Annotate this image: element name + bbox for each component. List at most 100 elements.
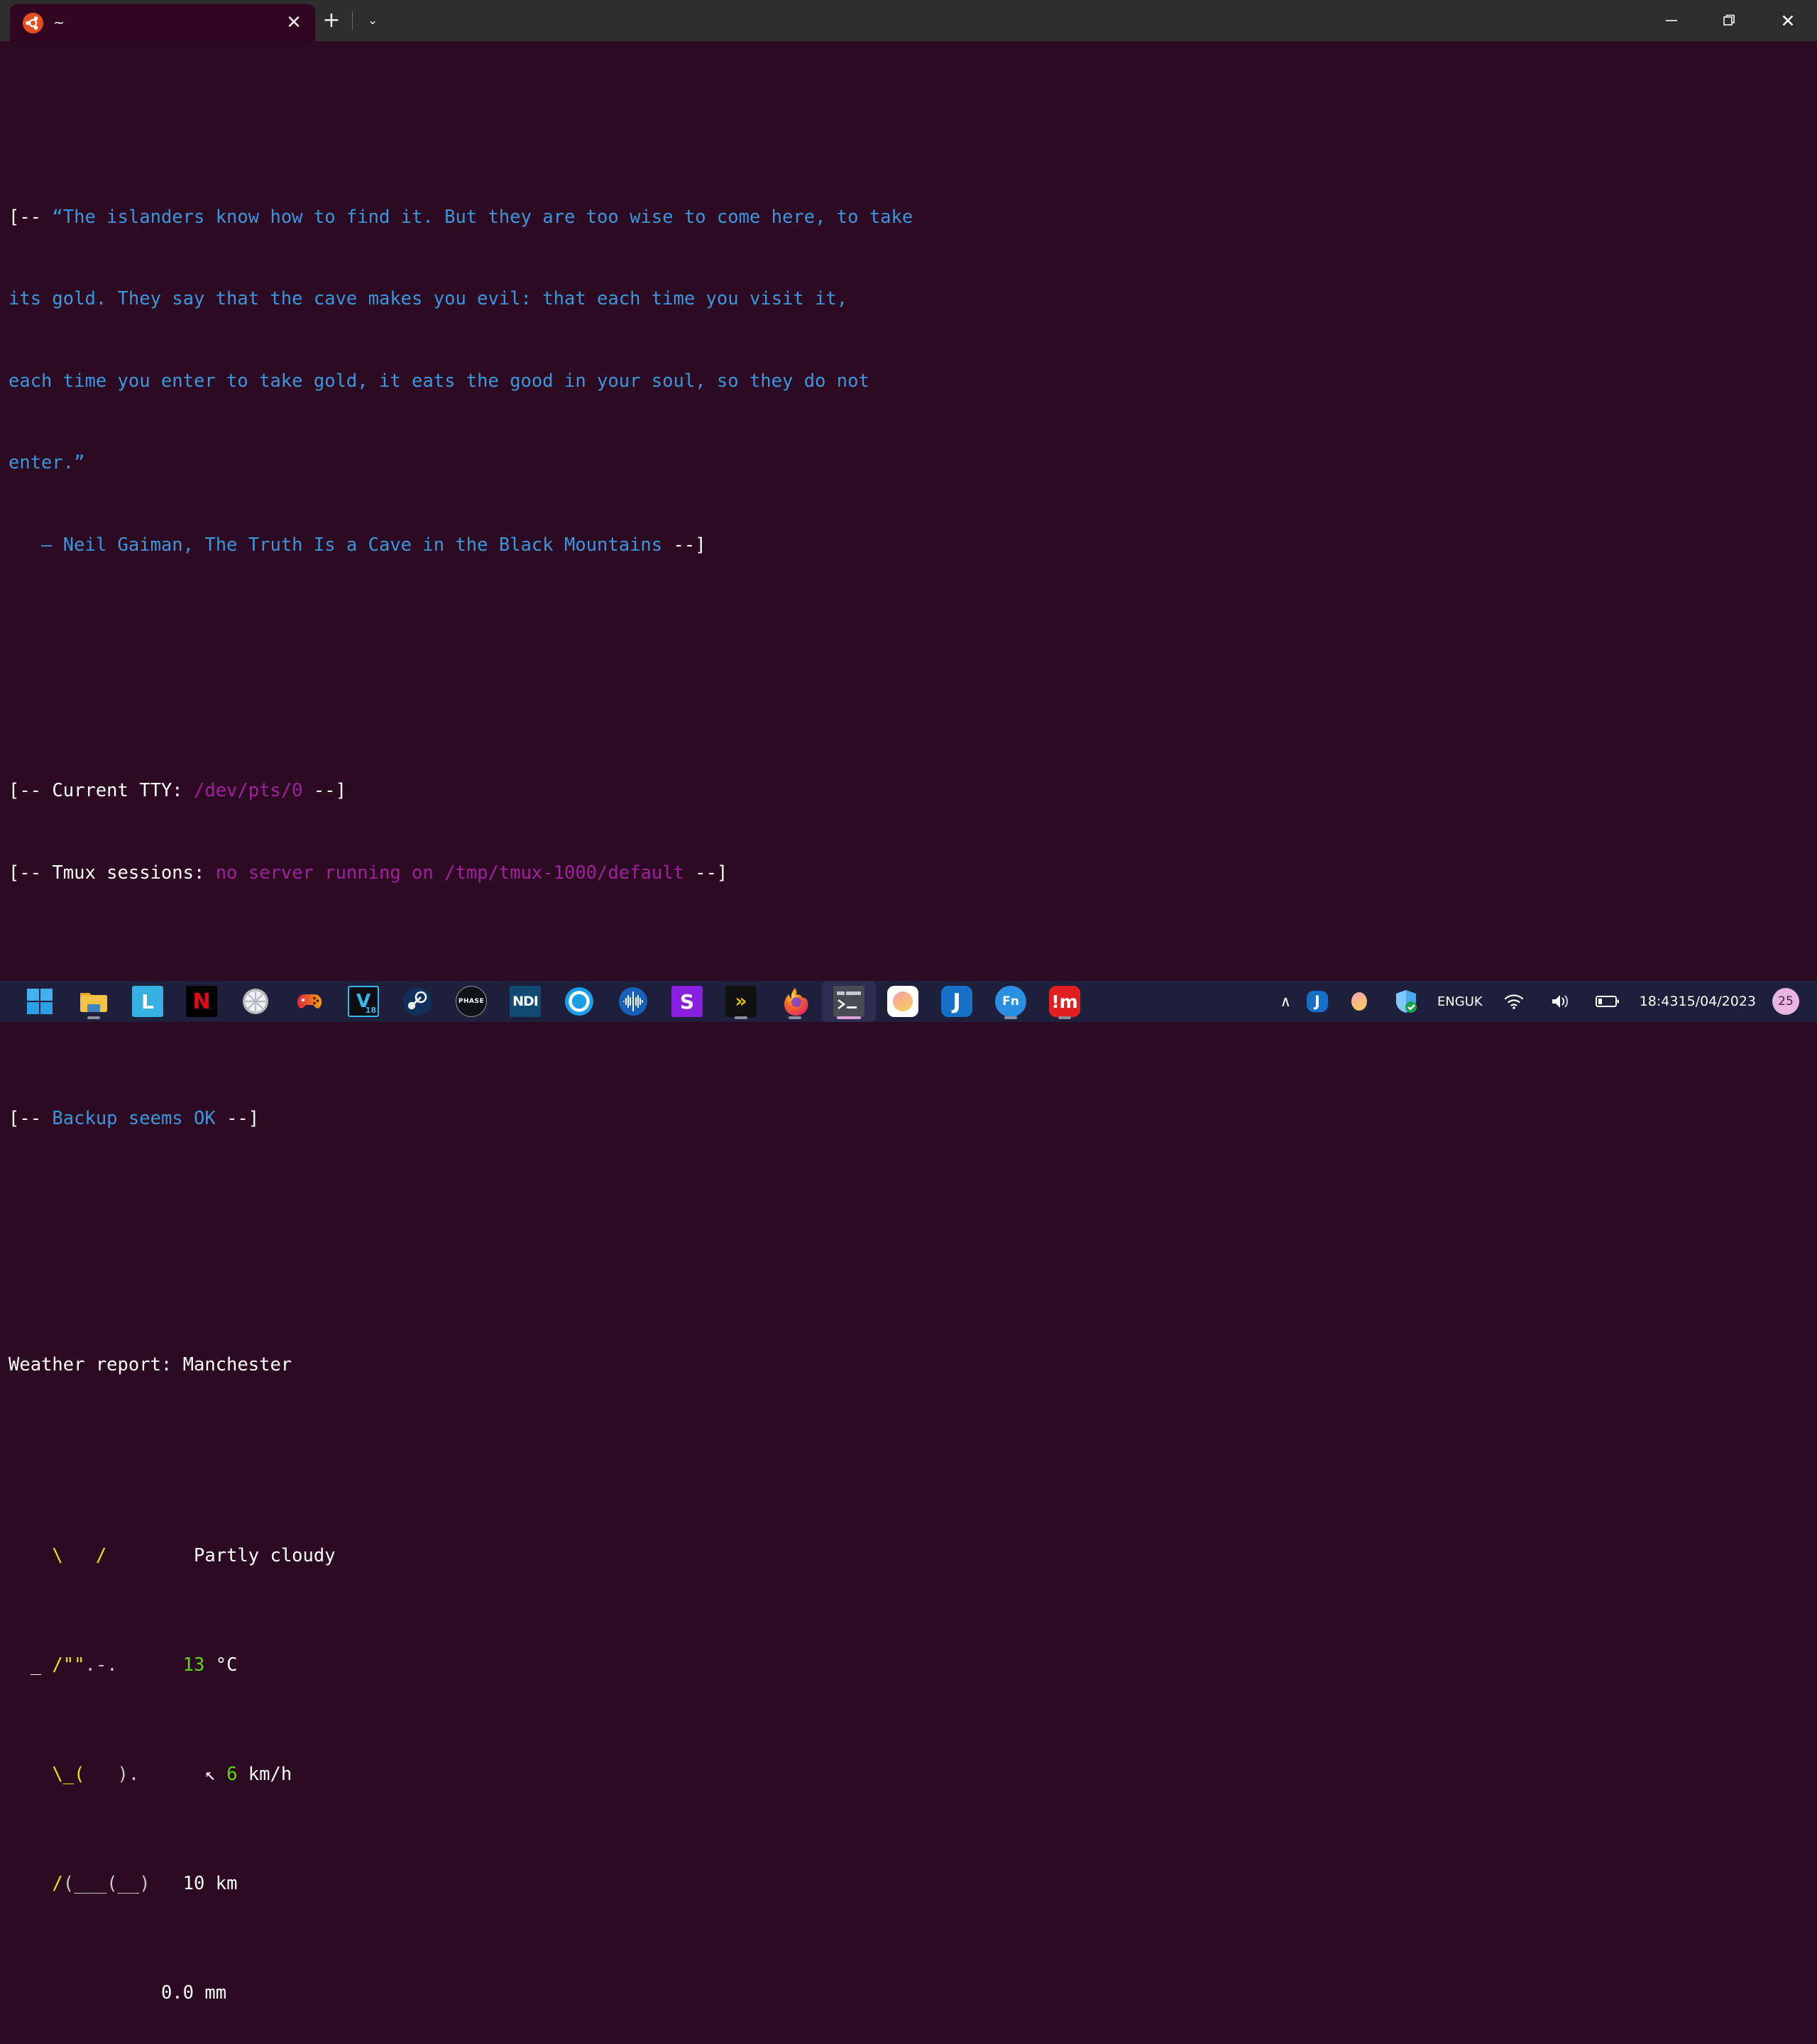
clock-time: 18:43 xyxy=(1640,994,1679,1009)
tty-value: /dev/pts/0 xyxy=(194,780,303,801)
notifications-button[interactable]: 25 xyxy=(1764,981,1807,1022)
weather-heading: Weather report: Manchester xyxy=(9,1351,1817,1379)
taskbar-item-file-explorer[interactable] xyxy=(67,981,121,1022)
taskbar-item-fn-key[interactable]: Fn xyxy=(984,981,1038,1022)
weather-row: \_( ). ↖ 6 km/h xyxy=(9,1761,1817,1788)
taskbar-item-audio-waveform[interactable] xyxy=(606,981,660,1022)
ring-icon xyxy=(564,986,595,1017)
netflix-icon: N xyxy=(186,986,217,1017)
weather-art-indent xyxy=(9,1873,52,1894)
spacer xyxy=(9,941,1817,969)
defender-shield-icon xyxy=(1390,986,1422,1017)
phase-icon: PHASE xyxy=(456,986,487,1017)
quote-line-1: [-- “The islanders know how to find it. … xyxy=(9,204,1817,231)
taskbar-item-cortana[interactable] xyxy=(552,981,606,1022)
clock-button[interactable]: 18:43 15/04/2023 xyxy=(1631,981,1764,1022)
tray-icon-photos[interactable] xyxy=(1336,981,1383,1022)
running-indicator xyxy=(1004,1016,1017,1019)
language-indicator[interactable]: ENG UK xyxy=(1429,981,1491,1022)
chevron-down-icon[interactable]: ⌄ xyxy=(357,0,388,41)
close-window-button[interactable]: ✕ xyxy=(1759,0,1817,41)
tab-divider xyxy=(352,11,353,30)
taskbar-item-phase[interactable]: PHASE xyxy=(444,981,498,1022)
weather-wind-value: 6 xyxy=(226,1764,237,1785)
terminal-tab[interactable]: ~ ✕ xyxy=(10,4,315,41)
windows-start-icon xyxy=(24,986,55,1017)
system-tray: ∧ J xyxy=(1273,981,1817,1022)
taskbar-item-vegas-pro[interactable]: V 18 xyxy=(336,981,390,1022)
tab-close-icon[interactable]: ✕ xyxy=(282,13,305,32)
weather-visibility: 10 km xyxy=(183,1873,238,1894)
maximize-restore-button[interactable] xyxy=(1701,0,1759,41)
quote-open-bracket: [-- xyxy=(9,207,52,228)
tmux-status-line: [-- Tmux sessions: no server running on … xyxy=(9,859,1817,887)
taskbar-item-mixer[interactable]: !m xyxy=(1038,981,1092,1022)
speaker-icon xyxy=(1545,986,1576,1017)
backup-text: Backup seems OK xyxy=(52,1108,215,1129)
terminal-output[interactable]: [-- “The islanders know how to find it. … xyxy=(0,41,1817,981)
tmux-value: no server running on /tmp/tmux-1000/defa… xyxy=(216,862,684,884)
tab-title: ~ xyxy=(53,15,273,31)
ubuntu-logo-icon xyxy=(23,13,43,33)
taskbar-item-ndi[interactable]: NDI xyxy=(498,981,552,1022)
taskbar-item-steam[interactable] xyxy=(390,981,444,1022)
weather-art-yellow: \ / xyxy=(52,1545,106,1566)
spacer xyxy=(9,1269,1817,1297)
taskbar-item-arrows-app[interactable]: » xyxy=(714,981,768,1022)
firefox-icon xyxy=(779,986,811,1017)
spacer xyxy=(9,1433,1817,1461)
weather-col-gap xyxy=(161,1764,204,1785)
tty-close: --] xyxy=(303,780,346,801)
weather-row: 0.0 mm xyxy=(9,1979,1817,2007)
weather-temperature-unit: °C xyxy=(204,1654,237,1676)
tray-icon-jdownloader[interactable]: J xyxy=(1299,981,1336,1022)
quote-text-1: “The islanders know how to find it. But … xyxy=(52,207,913,228)
show-hidden-icons-chevron-icon[interactable]: ∧ xyxy=(1273,981,1299,1022)
weather-col-gap xyxy=(9,1982,161,2004)
spacer xyxy=(9,121,1817,149)
weather-art-yellow: / xyxy=(52,1873,62,1894)
taskbar-item-substance[interactable]: S xyxy=(660,981,714,1022)
taskbar-item-jdownloader[interactable]: J xyxy=(930,981,984,1022)
weather-col-gap xyxy=(106,1545,194,1566)
taskbar-item-netflix[interactable]: N xyxy=(175,981,229,1022)
taskbar-item-games[interactable] xyxy=(282,981,336,1022)
vegas-version: 18 xyxy=(366,1006,376,1015)
quote-close-bracket: --] xyxy=(674,534,706,556)
backup-open: [-- xyxy=(9,1108,52,1129)
taskbar-item-terminal[interactable] xyxy=(822,981,876,1022)
battery-button[interactable] xyxy=(1584,981,1631,1022)
language-secondary: UK xyxy=(1465,995,1483,1009)
volume-button[interactable] xyxy=(1537,981,1584,1022)
network-button[interactable] xyxy=(1491,981,1537,1022)
taskbar-item-start-windows[interactable] xyxy=(13,981,67,1022)
minimize-button[interactable] xyxy=(1642,0,1701,41)
new-tab-button[interactable]: + xyxy=(315,0,348,41)
photos-icon xyxy=(887,986,918,1017)
taskbar-item-firefox[interactable] xyxy=(768,981,822,1022)
taskbar-item-lunacy[interactable]: L xyxy=(121,981,175,1022)
taskbar: L N xyxy=(0,981,1817,1022)
notification-count-badge: 25 xyxy=(1772,988,1799,1015)
taskbar-item-photos[interactable] xyxy=(876,981,930,1022)
weather-row: /(___(__) 10 km xyxy=(9,1870,1817,1898)
weather-art-gray: ). xyxy=(84,1764,160,1785)
quote-attribution-line: — Neil Gaiman, The Truth Is a Cave in th… xyxy=(9,532,1817,559)
quote-line-3: each time you enter to take gold, it eat… xyxy=(9,368,1817,395)
tray-icon-defender[interactable] xyxy=(1383,981,1429,1022)
weather-col-gap xyxy=(118,1654,183,1676)
spoked-wheel-icon xyxy=(240,986,271,1017)
steam-icon xyxy=(402,986,433,1017)
ndi-icon: NDI xyxy=(510,986,541,1017)
lunacy-icon: L xyxy=(132,986,163,1017)
weather-art-gray: (___(__) xyxy=(63,1873,161,1894)
taskbar-item-wheel[interactable] xyxy=(229,981,282,1022)
weather-art-indent xyxy=(9,1764,52,1785)
weather-col-gap xyxy=(161,1873,183,1894)
jdownloader-icon: J xyxy=(941,986,972,1017)
weather-precipitation: 0.0 mm xyxy=(161,1982,226,2004)
clock-date: 15/04/2023 xyxy=(1678,994,1756,1009)
running-indicator xyxy=(735,1016,747,1019)
weather-row: \ / Partly cloudy xyxy=(9,1542,1817,1570)
weather-art-indent xyxy=(9,1545,52,1566)
